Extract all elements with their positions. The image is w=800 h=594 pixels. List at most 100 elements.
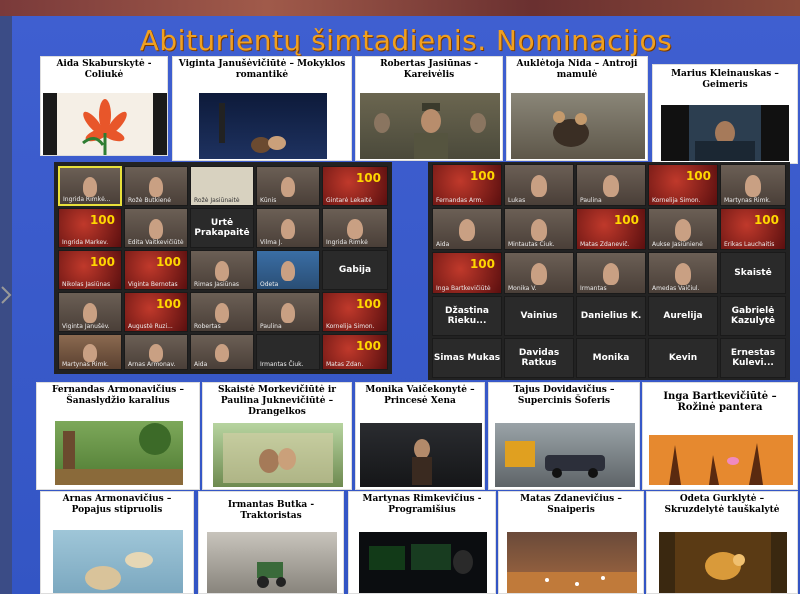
participant-name: Davidas Ratkus [518,348,560,368]
card-caption: Odeta Gurklytė – Skruzdelytė tauškalytė [664,494,780,515]
participant-tile[interactable]: Simas Mukas [432,338,502,378]
card-caption: Inga Bartkevičiūtė – Rožinė pantera [663,391,777,413]
participant-tile[interactable]: Aida [432,208,502,250]
participant-name: Skaistė [734,268,772,278]
video-call-grid-left: Ingrida Rimkė... Rožė Butkienė Rožė Jasi… [54,162,392,374]
slide-title: Abiturientų šimtadienis. Nominacijos [139,24,673,57]
popeye-image [53,530,183,593]
participant-tile[interactable]: Martynas Rimk. [720,164,786,206]
participant-tile[interactable]: 100 Gintarė Lekaitė [322,166,388,206]
participant-tile[interactable]: Vainius [504,296,574,336]
participant-tile[interactable]: Paulina [256,292,320,332]
participant-tile[interactable]: 100 Matas Zdanevič. [576,208,646,250]
participant-name: Urtė Prakapaitė [194,218,250,238]
badge-100: 100 [469,169,495,183]
badge-100: 100 [355,339,381,353]
participant-tile[interactable]: Lukas [504,164,574,206]
participant-tile[interactable]: 100 Kornelija Simon. [322,292,388,332]
card-caption: Fernandas Armonavičius – Šanaslydžio kar… [51,385,185,406]
participant-tile[interactable]: Džastina Rieku... [432,296,502,336]
card-caption: Aida Skaburskytė - Coliukė [56,59,152,80]
participant-tile[interactable]: Ingrida Rimkė... [58,166,122,206]
participant-tile[interactable]: Gabija [322,250,388,290]
participant-tile[interactable]: Irmantas Čiuk. [256,334,320,370]
participant-tile[interactable]: Odeta [256,250,320,290]
top-frame-strip [0,0,800,16]
badge-100: 100 [355,171,381,185]
participant-tile[interactable]: Amedas Vaičiul. [648,252,718,294]
participant-tile[interactable]: Monika [576,338,646,378]
participant-tile[interactable]: Skaistė [720,252,786,294]
participant-tile[interactable]: Martynas Rimk. [58,334,122,370]
nomination-card: Marius Kleinauskas – Geimeris [652,64,798,164]
participant-tile[interactable]: 100 Nikolas Jasiūnas [58,250,122,290]
stadium-image [507,532,637,593]
warrior-princess-image [360,423,482,487]
badge-100: 100 [89,255,115,269]
hacker-image [359,532,487,593]
participant-tile[interactable]: Viginta Janušėv. [58,292,122,332]
participant-tile[interactable]: 100 Ingrida Markev. [58,208,122,248]
participant-tile[interactable]: 100 Inga Bartkevičiūtė [432,252,502,294]
participant-tile[interactable]: 100 Augustė Ruzi... [124,292,188,332]
participant-name: Ernestas Kulevi... [730,348,776,368]
truck-and-car-image [495,423,635,487]
participant-tile[interactable]: Davidas Ratkus [504,338,574,378]
participant-tile[interactable]: Rožė Jasiūnaitė [190,166,254,206]
participant-name: Simas Mukas [433,353,501,363]
participant-tile[interactable]: 100 Kornelija Simon. [648,164,718,206]
animal-photo-image [511,93,645,159]
nomination-card: Monika Vaičekonytė – Princesė Xena [355,382,485,490]
card-caption: Marius Kleinauskas – Geimeris [671,69,779,90]
participant-tile[interactable]: 100 Viginta Bernotas [124,250,188,290]
participant-tile[interactable]: Monika V. [504,252,574,294]
card-caption: Monika Vaičekonytė – Princesė Xena [365,385,475,406]
cartoon-flower-image [43,93,167,155]
gamer-image [661,105,789,161]
card-caption: Arnas Armonavičius – Popajus stipruolis [62,494,172,515]
garden-image [55,421,183,485]
nomination-card: Inga Bartkevičiūtė – Rožinė pantera [642,382,798,490]
participant-tile[interactable]: Rožė Butkienė [124,166,188,206]
nomination-card: Aida Skaburskytė - Coliukė [40,56,168,156]
participant-tile[interactable]: Rimas Jasiūnas [190,250,254,290]
participant-tile[interactable]: Kevin [648,338,718,378]
nomination-card: Viginta Janušėvičiūtė – Mokyklos romanti… [172,56,352,161]
participant-tile[interactable]: Ernestas Kulevi... [720,338,786,378]
participant-tile[interactable]: Arnas Armonav. [124,334,188,370]
friends-image [213,423,343,487]
participant-name: Gabija [338,265,372,275]
card-caption: Robertas Jasiūnas - Kareivėlis [380,59,478,80]
participant-tile[interactable]: Gabrielė Kazulytė [720,296,786,336]
participant-name: Vainius [520,311,558,321]
participant-name: Kevin [668,353,698,363]
participant-tile[interactable]: 100 Erikas Lauchaitis [720,208,786,250]
card-caption: Martynas Rimkevičius - Programišius [362,494,482,515]
participant-tile[interactable]: Urtė Prakapaitė [190,208,254,248]
side-arrow-icon [1,286,12,304]
participant-tile[interactable]: Edita Vaitkevičiūtė [124,208,188,248]
participant-tile[interactable]: Danielius K. [576,296,646,336]
participant-tile[interactable]: Aurelija [648,296,718,336]
participant-name: Džastina Rieku... [444,306,489,326]
participant-tile[interactable]: Kūnis [256,166,320,206]
nomination-card: Robertas Jasiūnas - Kareivėlis [355,56,503,161]
badge-100: 100 [155,297,181,311]
badge-100: 100 [155,255,181,269]
participant-tile[interactable]: 100 Fernandas Arm. [432,164,502,206]
badge-100: 100 [685,169,711,183]
participant-tile[interactable]: Robertas [190,292,254,332]
participant-name: Gabrielė Kazulytė [730,306,776,326]
video-call-grid-right: 100 Fernandas Arm. Lukas Paulina 100 Korne… [428,162,790,380]
participant-tile[interactable]: Paulina [576,164,646,206]
participant-tile[interactable]: Mintautas Čiuk. [504,208,574,250]
card-caption: Auklėtoja Nida – Antroji mamulė [516,59,638,80]
nomination-card: Arnas Armonavičius – Popajus stipruolis [40,491,194,594]
participant-tile[interactable]: Aida [190,334,254,370]
participant-tile[interactable]: Vilma J. [256,208,320,248]
participant-tile[interactable]: Irmantas [576,252,646,294]
participant-tile[interactable]: 100 Matas Zdan. [322,334,388,370]
participant-tile[interactable]: Ingrida Rimkė [322,208,388,248]
nomination-card: Fernandas Armonavičius – Šanaslydžio kar… [36,382,200,490]
participant-tile[interactable]: Aukse Jasiūnienė [648,208,718,250]
